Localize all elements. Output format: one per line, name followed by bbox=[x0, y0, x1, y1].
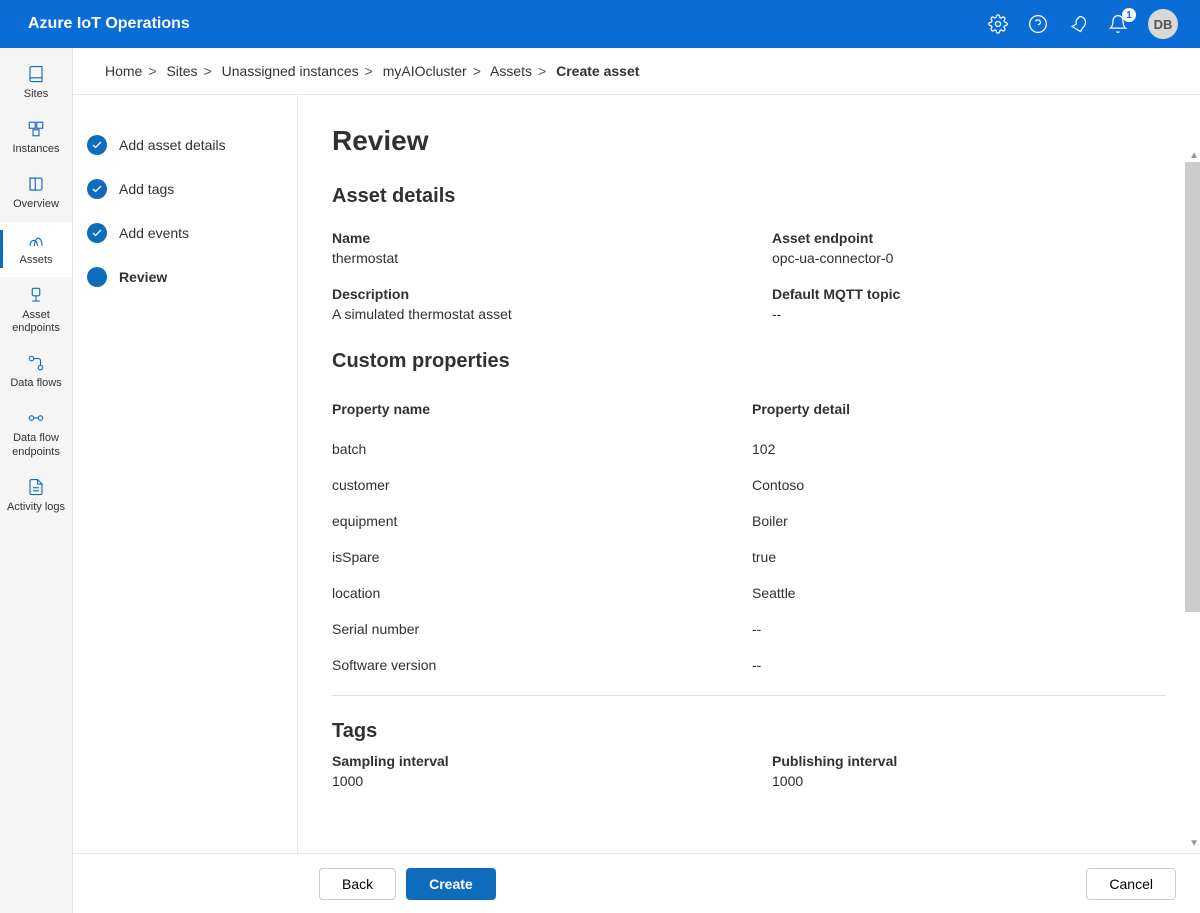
nav-overview[interactable]: Overview bbox=[0, 166, 72, 221]
nav-label: Instances bbox=[12, 143, 59, 156]
top-header: Azure IoT Operations 1 DB bbox=[0, 0, 1200, 48]
sites-icon bbox=[26, 64, 46, 84]
nav-instances[interactable]: Instances bbox=[0, 111, 72, 166]
nav-label: Sites bbox=[24, 88, 48, 101]
step-add-tags[interactable]: Add tags bbox=[87, 167, 281, 211]
sampling-value: 1000 bbox=[332, 773, 752, 789]
notifications-bell-icon[interactable]: 1 bbox=[1108, 14, 1128, 34]
activity-logs-icon bbox=[26, 477, 46, 497]
page-title: Review bbox=[332, 125, 1166, 157]
scroll-down-icon[interactable]: ▼ bbox=[1189, 838, 1199, 849]
settings-gear-icon[interactable] bbox=[988, 14, 1008, 34]
table-row: isSparetrue bbox=[332, 539, 1166, 575]
crumb-sites[interactable]: Sites bbox=[166, 63, 197, 79]
instances-icon bbox=[26, 119, 46, 139]
nav-sites[interactable]: Sites bbox=[0, 56, 72, 111]
data-flows-icon bbox=[26, 353, 46, 373]
table-row: batch102 bbox=[332, 431, 1166, 467]
assets-icon bbox=[26, 230, 46, 250]
step-label: Add events bbox=[119, 225, 189, 241]
back-button[interactable]: Back bbox=[319, 868, 396, 900]
nav-label: Data flow endpoints bbox=[4, 432, 68, 458]
notification-badge: 1 bbox=[1122, 8, 1136, 22]
mqtt-label: Default MQTT topic bbox=[772, 286, 1166, 302]
user-avatar[interactable]: DB bbox=[1148, 9, 1178, 39]
nav-asset-endpoints[interactable]: Asset endpoints bbox=[0, 277, 72, 345]
overview-icon bbox=[26, 174, 46, 194]
table-row: Serial number-- bbox=[332, 611, 1166, 647]
scroll-up-icon[interactable]: ▲ bbox=[1189, 150, 1199, 161]
app-title: Azure IoT Operations bbox=[28, 15, 988, 33]
mqtt-value: -- bbox=[772, 306, 1166, 322]
table-row: equipmentBoiler bbox=[332, 503, 1166, 539]
nav-label: Data flows bbox=[10, 377, 61, 390]
asset-details-heading: Asset details bbox=[332, 185, 1166, 208]
table-row: customerContoso bbox=[332, 467, 1166, 503]
check-icon bbox=[87, 135, 107, 155]
wizard-footer: Back Create Cancel bbox=[73, 853, 1200, 913]
create-button[interactable]: Create bbox=[406, 868, 496, 900]
description-label: Description bbox=[332, 286, 752, 302]
publishing-value: 1000 bbox=[772, 773, 1166, 789]
step-label: Add asset details bbox=[119, 137, 226, 153]
endpoint-label: Asset endpoint bbox=[772, 230, 1166, 246]
description-value: A simulated thermostat asset bbox=[332, 306, 752, 322]
crumb-cluster[interactable]: myAIOcluster bbox=[383, 63, 467, 79]
name-value: thermostat bbox=[332, 250, 752, 266]
cancel-button[interactable]: Cancel bbox=[1086, 868, 1176, 900]
nav-label: Assets bbox=[19, 254, 52, 267]
wizard-steps: Add asset details Add tags Add events Re… bbox=[73, 95, 298, 853]
publishing-label: Publishing interval bbox=[772, 753, 1166, 769]
nav-label: Overview bbox=[13, 198, 59, 211]
header-icons: 1 DB bbox=[988, 9, 1178, 39]
data-flow-endpoints-icon bbox=[26, 408, 46, 428]
step-label: Review bbox=[119, 269, 167, 285]
scrollbar-thumb[interactable] bbox=[1185, 162, 1200, 612]
breadcrumb: Home> Sites> Unassigned instances> myAIO… bbox=[73, 48, 1200, 95]
nav-activity-logs[interactable]: Activity logs bbox=[0, 469, 72, 524]
sampling-label: Sampling interval bbox=[332, 753, 752, 769]
tags-heading: Tags bbox=[332, 720, 1166, 743]
check-icon bbox=[87, 179, 107, 199]
nav-data-flow-endpoints[interactable]: Data flow endpoints bbox=[0, 400, 72, 468]
review-content: Review Asset details Name thermostat Ass… bbox=[298, 95, 1200, 853]
help-icon[interactable] bbox=[1028, 14, 1048, 34]
table-row: Software version-- bbox=[332, 647, 1166, 683]
crumb-home[interactable]: Home bbox=[105, 63, 142, 79]
crumb-current: Create asset bbox=[556, 63, 639, 79]
nav-label: Activity logs bbox=[7, 501, 65, 514]
crumb-unassigned[interactable]: Unassigned instances bbox=[222, 63, 359, 79]
step-label: Add tags bbox=[119, 181, 174, 197]
prop-col-detail: Property detail bbox=[752, 401, 1166, 417]
crumb-assets[interactable]: Assets bbox=[490, 63, 532, 79]
table-row: locationSeattle bbox=[332, 575, 1166, 611]
step-add-events[interactable]: Add events bbox=[87, 211, 281, 255]
endpoint-value: opc-ua-connector-0 bbox=[772, 250, 1166, 266]
current-step-icon bbox=[87, 267, 107, 287]
check-icon bbox=[87, 223, 107, 243]
prop-col-name: Property name bbox=[332, 401, 752, 417]
name-label: Name bbox=[332, 230, 752, 246]
left-nav: Sites Instances Overview Assets Asset en… bbox=[0, 48, 73, 913]
step-add-asset-details[interactable]: Add asset details bbox=[87, 123, 281, 167]
step-review[interactable]: Review bbox=[87, 255, 281, 299]
custom-properties-heading: Custom properties bbox=[332, 350, 1166, 373]
nav-label: Asset endpoints bbox=[4, 309, 68, 335]
whats-new-icon[interactable] bbox=[1068, 14, 1088, 34]
nav-assets[interactable]: Assets bbox=[0, 222, 72, 277]
custom-properties-table: Property name Property detail batch102 c… bbox=[332, 395, 1166, 696]
asset-endpoints-icon bbox=[26, 285, 46, 305]
nav-data-flows[interactable]: Data flows bbox=[0, 345, 72, 400]
